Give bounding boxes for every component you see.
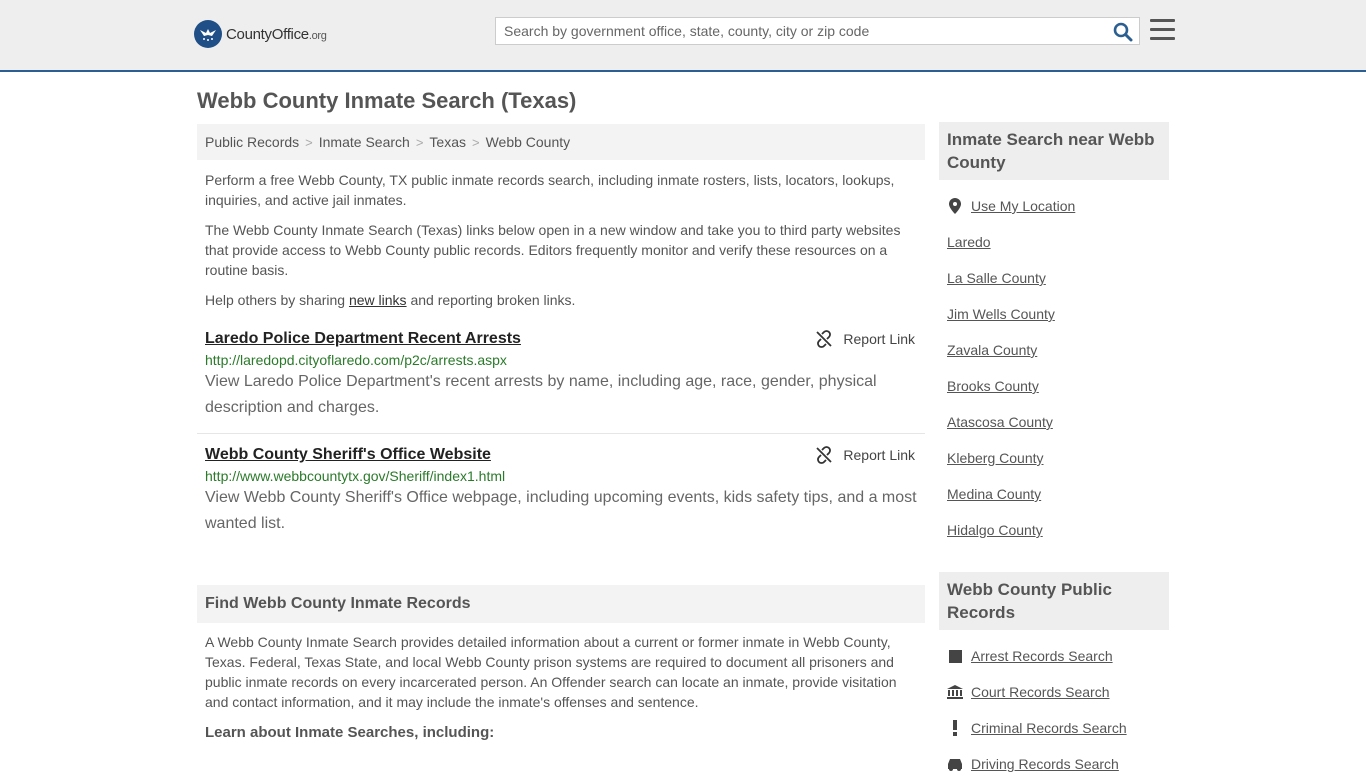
nearby-link[interactable]: Zavala County (947, 342, 1037, 358)
driving-records-link[interactable]: Driving Records Search (971, 756, 1119, 772)
resource-link-url: http://www.webbcountytx.gov/Sheriff/inde… (205, 468, 506, 484)
nearby-link[interactable]: Laredo (947, 234, 991, 250)
criminal-records-link[interactable]: Criminal Records Search (971, 720, 1127, 736)
sidebar-public-records: Webb County Public Records Arrest Record… (939, 572, 1169, 782)
use-my-location-link[interactable]: Use My Location (971, 198, 1075, 214)
sidebar-item-atascosa: Atascosa County (947, 404, 1161, 440)
sidebar-item-jim-wells: Jim Wells County (947, 296, 1161, 332)
intro-report-text: and reporting broken links. (406, 292, 576, 308)
page-title: Webb County Inmate Search (Texas) (197, 88, 577, 113)
intro-paragraph-3: Help others by sharing new links and rep… (205, 290, 917, 310)
sidebar-item-brooks: Brooks County (947, 368, 1161, 404)
search-button[interactable] (1113, 22, 1133, 42)
breadcrumb-current: Webb County (485, 134, 571, 150)
breadcrumb: Public Records > Inmate Search > Texas >… (197, 124, 925, 160)
sidebar-item-arrest-records: Arrest Records Search (947, 638, 1161, 674)
exclamation-icon (947, 720, 963, 736)
search-bar (495, 17, 1140, 45)
search-icon (1113, 22, 1133, 42)
search-input[interactable] (496, 18, 1096, 44)
site-header: CountyOffice.org (0, 0, 1366, 72)
hamburger-menu-button[interactable] (1150, 19, 1175, 41)
breadcrumb-separator: > (415, 134, 424, 150)
sidebar-item-driving-records: Driving Records Search (947, 746, 1161, 782)
breadcrumb-inmate-search[interactable]: Inmate Search (319, 134, 410, 150)
sidebar-item-laredo: Laredo (947, 224, 1161, 260)
resource-link-description: View Laredo Police Department's recent a… (205, 373, 877, 416)
report-link-label: Report Link (843, 331, 915, 347)
main-content: Public Records > Inmate Search > Texas >… (197, 124, 925, 741)
site-logo[interactable]: CountyOffice.org (194, 20, 327, 48)
nearby-link[interactable]: Atascosa County (947, 414, 1053, 430)
nearby-list: Use My Location Laredo La Salle County J… (939, 188, 1169, 548)
logo-tld-text: .org (308, 29, 327, 42)
intro-share-text: Help others by sharing (205, 292, 349, 308)
resource-link-item: Laredo Police Department Recent Arrests … (197, 330, 925, 434)
breadcrumb-public-records[interactable]: Public Records (205, 134, 299, 150)
sidebar-item-criminal-records: Criminal Records Search (947, 710, 1161, 746)
sidebar-nearby-heading: Inmate Search near Webb County (939, 122, 1169, 180)
find-records-heading: Find Webb County Inmate Records (197, 585, 925, 623)
sidebar-nearby: Inmate Search near Webb County Use My Lo… (939, 122, 1169, 548)
menu-bar-icon (1150, 19, 1175, 22)
report-link-button[interactable]: Report Link (815, 446, 915, 464)
resource-link-item: Webb County Sheriff's Office Website Rep… (197, 434, 925, 549)
broken-link-icon (816, 446, 833, 464)
sidebar-item-hidalgo: Hidalgo County (947, 512, 1161, 548)
learn-heading: Learn about Inmate Searches, including: (205, 724, 495, 741)
resource-link-title[interactable]: Laredo Police Department Recent Arrests (205, 330, 521, 347)
broken-link-icon (816, 330, 833, 348)
new-links-link[interactable]: new links (349, 292, 407, 308)
resource-link-description: View Webb County Sheriff's Office webpag… (205, 489, 917, 532)
intro-paragraph-1: Perform a free Webb County, TX public in… (205, 172, 895, 208)
eagle-logo-icon (194, 20, 222, 48)
resource-link-url: http://laredopd.cityoflaredo.com/p2c/arr… (205, 352, 507, 368)
nearby-link[interactable]: Medina County (947, 486, 1041, 502)
nearby-link[interactable]: Hidalgo County (947, 522, 1043, 538)
report-link-button[interactable]: Report Link (815, 330, 915, 348)
sidebar-records-heading: Webb County Public Records (939, 572, 1169, 630)
nearby-link[interactable]: Jim Wells County (947, 306, 1055, 322)
breadcrumb-separator: > (471, 134, 480, 150)
sidebar-item-medina: Medina County (947, 476, 1161, 512)
square-icon (947, 649, 963, 663)
records-list: Arrest Records Search Court Records Sear… (939, 638, 1169, 782)
find-records-body: A Webb County Inmate Search provides det… (205, 634, 897, 710)
sidebar-item-la-salle: La Salle County (947, 260, 1161, 296)
car-icon (947, 757, 963, 771)
menu-bar-icon (1150, 28, 1175, 31)
breadcrumb-separator: > (305, 134, 313, 150)
menu-bar-icon (1150, 37, 1175, 40)
map-pin-icon (947, 198, 963, 214)
intro-text: Perform a free Webb County, TX public in… (197, 170, 925, 310)
courthouse-icon (947, 685, 963, 699)
sidebar-item-kleberg: Kleberg County (947, 440, 1161, 476)
arrest-records-link[interactable]: Arrest Records Search (971, 648, 1113, 664)
nearby-link[interactable]: Kleberg County (947, 450, 1044, 466)
report-link-label: Report Link (843, 447, 915, 463)
court-records-link[interactable]: Court Records Search (971, 684, 1110, 700)
sidebar-item-court-records: Court Records Search (947, 674, 1161, 710)
nearby-link[interactable]: Brooks County (947, 378, 1039, 394)
intro-paragraph-2: The Webb County Inmate Search (Texas) li… (205, 222, 901, 278)
logo-main-text: CountyOffice (226, 25, 309, 43)
sidebar-item-zavala: Zavala County (947, 332, 1161, 368)
nearby-link[interactable]: La Salle County (947, 270, 1046, 286)
breadcrumb-texas[interactable]: Texas (429, 134, 466, 150)
sidebar-item-use-my-location: Use My Location (947, 188, 1161, 224)
resource-link-title[interactable]: Webb County Sheriff's Office Website (205, 446, 491, 463)
logo-wordmark: CountyOffice.org (226, 26, 327, 43)
